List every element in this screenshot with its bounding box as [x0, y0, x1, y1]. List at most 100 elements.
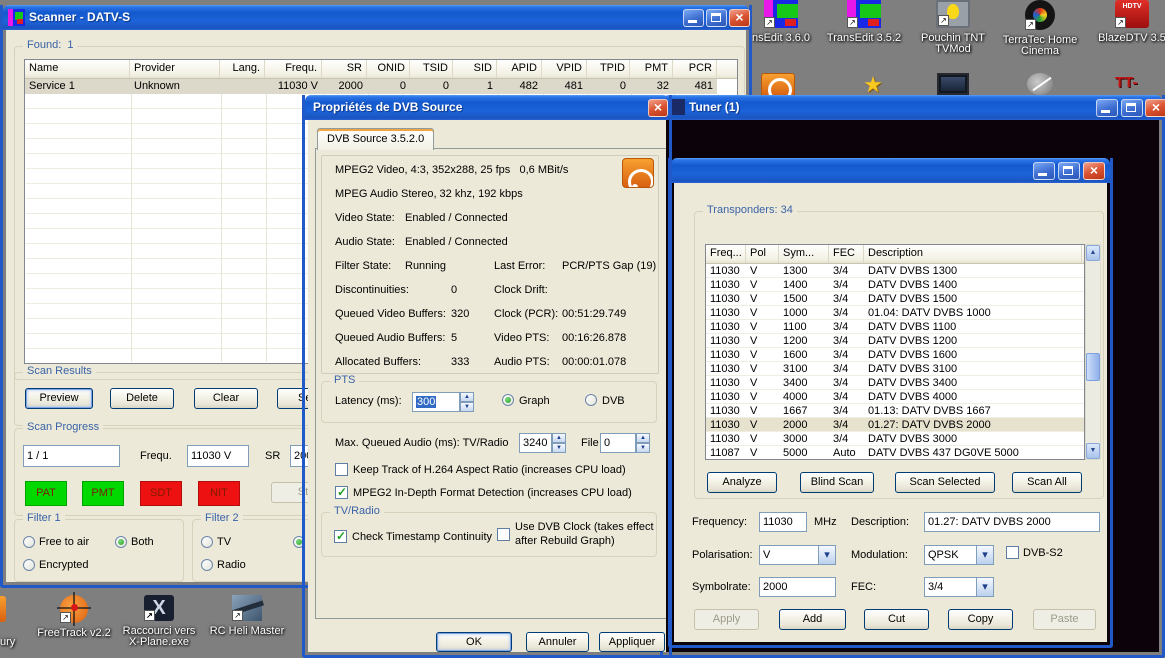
column-header[interactable]: SID [453, 60, 497, 78]
cut-off-icon[interactable] [0, 596, 6, 622]
radio-dvb[interactable] [585, 394, 597, 406]
table-row[interactable]: 11030V40003/4DATV DVBS 4000 [706, 390, 1084, 404]
monitor-icon[interactable] [937, 73, 969, 95]
progress-field[interactable]: 1 / 1 [23, 445, 120, 467]
frequency-field[interactable]: 11030 V [187, 445, 249, 467]
latency-input[interactable]: 300 [412, 392, 460, 412]
apply-button[interactable]: Appliquer [599, 632, 665, 652]
table-row[interactable]: 11030V20003/401.27: DATV DVBS 2000 [706, 418, 1084, 432]
desktop-icon-xplane[interactable]: X↗ Raccourci versX-Plane.exe [114, 595, 204, 648]
copy-button[interactable]: Copy [948, 609, 1013, 630]
file-input[interactable]: 0 [600, 433, 636, 453]
column-header[interactable]: Description [864, 245, 1082, 263]
delete-button[interactable]: Delete [110, 388, 174, 409]
desktop-icon-pouchin-tnt[interactable]: ↗ Pouchin TNTTVMod [908, 0, 998, 55]
check-timestamp-checkbox[interactable] [334, 530, 347, 543]
add-button[interactable]: Add [779, 609, 846, 630]
minimize-button[interactable] [1096, 99, 1118, 117]
maximize-button[interactable] [706, 9, 727, 27]
radio-tv[interactable] [201, 536, 213, 548]
table-row[interactable]: 11030V14003/4DATV DVBS 1400 [706, 278, 1084, 292]
description-input[interactable]: 01.27: DATV DVBS 2000 [924, 512, 1100, 532]
frequency-input[interactable]: 11030 [759, 512, 807, 532]
scrollbar-thumb[interactable] [1086, 353, 1100, 381]
table-row[interactable]: 11030V15003/4DATV DVBS 1500 [706, 292, 1084, 306]
max-queued-audio-input[interactable]: 3240 [519, 433, 552, 453]
table-row[interactable]: 11030V16003/4DATV DVBS 1600 [706, 348, 1084, 362]
dialog-titlebar[interactable]: Propriétés de DVB Source [305, 95, 669, 120]
maximize-button[interactable] [1121, 99, 1143, 117]
vertical-scrollbar[interactable]: ▲ ▼ [1085, 244, 1101, 460]
column-header[interactable]: SR [322, 60, 367, 78]
table-row[interactable]: 11030V30003/4DATV DVBS 3000 [706, 432, 1084, 446]
analyze-button[interactable]: Analyze [707, 472, 777, 493]
radio-free-to-air[interactable] [23, 536, 35, 548]
desktop-icon-blazedtv[interactable]: HDTV↗ BlazeDTV 3.5 [1087, 0, 1165, 44]
column-header[interactable]: PMT [630, 60, 673, 78]
preview-button[interactable]: Preview [25, 388, 93, 409]
tt-logo-icon[interactable]: TT- [1115, 73, 1147, 95]
apply-button[interactable]: Apply [694, 609, 759, 630]
polarisation-select[interactable]: V [759, 545, 836, 565]
dvb-source-icon[interactable] [761, 73, 795, 97]
transponder-editor-titlebar[interactable] [671, 158, 1110, 183]
desktop-icon-label-cut[interactable]: ury [0, 637, 28, 648]
minimize-button[interactable] [683, 9, 704, 27]
column-header[interactable]: PCR [673, 60, 717, 78]
desktop-icon-freetrack[interactable]: ↗ FreeTrack v2.2 [29, 595, 119, 639]
radio-encrypted[interactable] [23, 559, 35, 571]
column-header[interactable]: Sym... [779, 245, 829, 263]
clear-button[interactable]: Clear [194, 388, 258, 409]
radio-graph[interactable] [502, 394, 514, 406]
column-header[interactable]: TPID [587, 60, 630, 78]
dvbs2-checkbox[interactable] [1006, 546, 1019, 559]
scanner-titlebar[interactable]: Scanner - DATV-S [3, 5, 749, 30]
star-wizard-icon[interactable]: ★ [857, 73, 889, 95]
table-row[interactable]: 11030V10003/401.04: DATV DVBS 1000 [706, 306, 1084, 320]
column-header[interactable]: Lang. [220, 60, 265, 78]
column-header[interactable]: VPID [542, 60, 587, 78]
tuner-titlebar[interactable]: Tuner (1) [663, 95, 1162, 120]
table-row[interactable]: 11030V34003/4DATV DVBS 3400 [706, 376, 1084, 390]
table-row[interactable]: 11030V11003/4DATV DVBS 1100 [706, 320, 1084, 334]
column-header[interactable]: TSID [410, 60, 453, 78]
latency-spinner[interactable]: ▲▼ [460, 392, 474, 412]
close-button[interactable] [1145, 99, 1165, 117]
table-row[interactable]: 11030V16673/401.13: DATV DVBS 1667 [706, 404, 1084, 418]
use-dvb-clock-checkbox[interactable] [497, 528, 510, 541]
table-row[interactable]: 11030V12003/4DATV DVBS 1200 [706, 334, 1084, 348]
column-header[interactable]: Freq... [706, 245, 746, 263]
column-header[interactable]: Name [25, 60, 130, 78]
column-header[interactable]: Pol [746, 245, 779, 263]
cut-button[interactable]: Cut [864, 609, 929, 630]
file-spinner[interactable]: ▲▼ [636, 433, 650, 453]
modulation-select[interactable]: QPSK [924, 545, 994, 565]
column-header[interactable]: FEC [829, 245, 864, 263]
desktop-icon-transedit-352[interactable]: ↗ TransEdit 3.5.2 [819, 0, 909, 44]
close-button[interactable] [729, 9, 750, 27]
scroll-up-button[interactable]: ▲ [1086, 245, 1100, 261]
radio-radio[interactable] [201, 559, 213, 571]
table-row[interactable]: 11030V31003/4DATV DVBS 3100 [706, 362, 1084, 376]
tab-dvb-source[interactable]: DVB Source 3.5.2.0 [317, 128, 434, 150]
scroll-down-button[interactable]: ▼ [1086, 443, 1100, 459]
paste-button[interactable]: Paste [1033, 609, 1096, 630]
satellite-dish-icon[interactable] [1027, 73, 1059, 95]
desktop-icon-rc-heli[interactable]: ↗ RC Heli Master [202, 595, 292, 637]
column-header[interactable]: ONID [367, 60, 410, 78]
radio-both[interactable] [115, 536, 127, 548]
column-header[interactable]: APID [497, 60, 542, 78]
close-button[interactable] [1083, 162, 1105, 180]
column-header[interactable]: Provider [130, 60, 220, 78]
table-row[interactable]: 11030V13003/4DATV DVBS 1300 [706, 264, 1084, 278]
maximize-button[interactable] [1058, 162, 1080, 180]
max-queued-audio-spinner[interactable]: ▲▼ [552, 433, 566, 453]
fec-select[interactable]: 3/4 [924, 577, 994, 597]
scan-selected-button[interactable]: Scan Selected [895, 472, 995, 493]
desktop-icon-terratec[interactable]: ↗ TerraTec HomeCinema [995, 0, 1085, 57]
scan-all-button[interactable]: Scan All [1012, 472, 1082, 493]
ok-button[interactable]: OK [436, 632, 512, 652]
table-row[interactable]: 11087V5000AutoDATV DVBS 437 DG0VE 5000 [706, 446, 1084, 460]
mpeg2-indepth-checkbox[interactable] [335, 486, 348, 499]
minimize-button[interactable] [1033, 162, 1055, 180]
